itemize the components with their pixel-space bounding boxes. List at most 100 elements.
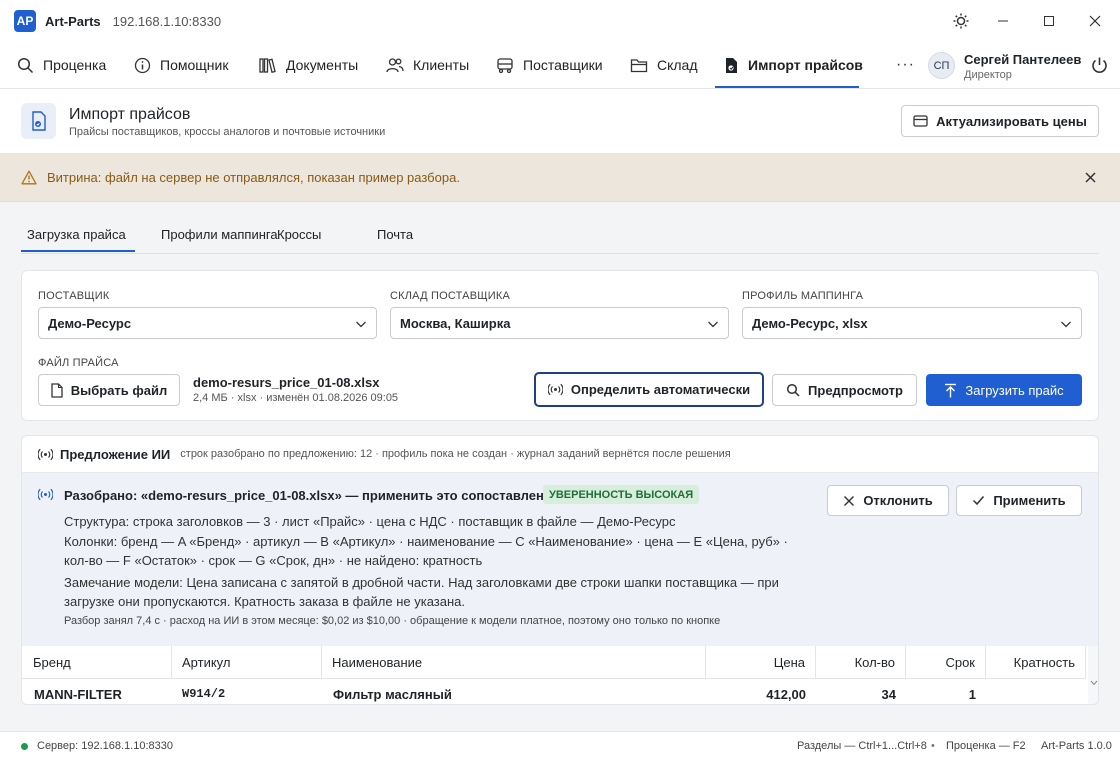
warehouse-select[interactable]: Москва, Каширка <box>390 307 729 339</box>
ai-note: Замечание модели: Цена записана с запято… <box>64 575 779 609</box>
close-icon <box>1089 15 1101 27</box>
confidence-badge: УВЕРЕННОСТЬ ВЫСОКАЯ <box>543 485 700 504</box>
tab-label: Клиенты <box>413 57 470 73</box>
tab-assistant[interactable]: Помощник <box>134 42 228 88</box>
button-label: Определить автоматически <box>570 382 751 397</box>
tab-label: Импорт прайсов <box>748 57 863 73</box>
ai-summary: строк разобрано по предложению: 12 · про… <box>180 448 731 460</box>
page-title: Импорт прайсов <box>69 106 191 123</box>
hint-sections: Разделы — Ctrl+1...Ctrl+8 <box>797 740 927 752</box>
choose-file-button[interactable]: Выбрать файл <box>38 374 180 406</box>
cell-qty: 34 <box>881 687 896 702</box>
sun-icon <box>953 13 969 29</box>
banner-close-button[interactable] <box>1084 171 1097 184</box>
supplier-select[interactable]: Демо-Ресурс <box>38 307 377 339</box>
close-window-button[interactable] <box>1072 0 1118 42</box>
theme-toggle-button[interactable] <box>938 0 984 42</box>
tab-clients[interactable]: Клиенты <box>386 42 469 88</box>
button-label: Выбрать файл <box>70 382 168 398</box>
broadcast-icon <box>38 448 53 460</box>
warning-banner: Витрина: файл на сервер не отправлялся, … <box>0 154 1120 202</box>
truck-icon <box>497 57 513 73</box>
col-header-name[interactable]: Наименование <box>322 646 706 679</box>
banner-text: Витрина: файл на сервер не отправлялся, … <box>47 170 460 185</box>
close-icon <box>1085 172 1096 183</box>
app-name: Art-Parts <box>45 13 101 29</box>
maximize-icon <box>1044 16 1054 26</box>
app-logo: AP <box>14 10 36 32</box>
subtab-crosses[interactable]: Кроссы <box>277 227 321 242</box>
status-separator: • <box>931 740 935 752</box>
ai-columns: Колонки: бренд — A «Бренд» · артикул — B… <box>64 534 788 568</box>
subtab-mail[interactable]: Почта <box>377 227 413 242</box>
tab-warehouse[interactable]: Склад <box>630 42 698 88</box>
reject-button[interactable]: Отклонить <box>827 485 949 516</box>
col-header-article[interactable]: Артикул <box>172 646 322 679</box>
auto-detect-button[interactable]: Определить автоматически <box>534 372 764 407</box>
col-header-term[interactable]: Срок <box>906 646 986 679</box>
page-subtitle: Прайсы поставщиков, кроссы аналогов и по… <box>69 126 386 138</box>
avatar[interactable]: СП <box>928 52 955 79</box>
user-name: Сергей Пантелеев <box>964 52 1082 67</box>
update-prices-button[interactable]: Актуализировать цены <box>901 105 1099 137</box>
supplier-value: Демо-Ресурс <box>48 315 132 331</box>
logout-button[interactable] <box>1090 56 1109 75</box>
page-icon <box>21 103 56 139</box>
user-role: Директор <box>964 69 1012 81</box>
tab-procenka[interactable]: Проценка <box>17 42 106 88</box>
cell-name: Фильтр масляный <box>333 687 452 702</box>
file-name: demo-resurs_price_01-08.xlsx <box>193 375 380 390</box>
check-icon <box>973 496 985 506</box>
server-address: 192.168.1.10:8330 <box>112 13 222 29</box>
server-status-dot <box>21 743 28 750</box>
warehouse-label: СКЛАД ПОСТАВЩИКА <box>390 290 511 302</box>
col-header-brand[interactable]: Бренд <box>22 646 172 679</box>
table-scrollbar[interactable] <box>1088 646 1098 704</box>
col-header-multiplicity[interactable]: Кратность <box>986 646 1086 679</box>
active-tab-indicator <box>715 86 859 88</box>
button-label: Актуализировать цены <box>936 113 1087 129</box>
more-menu-button[interactable]: ··· <box>896 42 915 88</box>
users-icon <box>386 57 404 72</box>
minimize-icon <box>998 20 1008 22</box>
mapping-profile-select[interactable]: Демо-Ресурс, xlsx <box>742 307 1082 339</box>
col-header-qty[interactable]: Кол-во <box>816 646 906 679</box>
maximize-button[interactable] <box>1026 0 1072 42</box>
upload-price-button[interactable]: Загрузить прайс <box>926 374 1082 406</box>
ai-title: Предложение ИИ <box>60 446 171 462</box>
apply-button[interactable]: Применить <box>956 485 1082 516</box>
tab-label: Поставщики <box>523 57 603 73</box>
preview-button[interactable]: Предпросмотр <box>772 374 917 406</box>
ai-footer: Разбор занял 7,4 с · расход на ИИ в этом… <box>64 615 721 627</box>
minimize-button[interactable] <box>980 0 1026 42</box>
broadcast-icon <box>547 383 563 396</box>
subtab-mapping-profiles[interactable]: Профили маппинга <box>161 227 278 242</box>
ai-suggestion-body: Разобрано: «demo-resurs_price_01-08.xlsx… <box>22 473 1098 646</box>
power-icon <box>1092 57 1107 73</box>
tab-suppliers[interactable]: Поставщики <box>496 42 603 88</box>
chevron-down-icon <box>356 321 366 328</box>
broadcast-icon <box>38 488 53 501</box>
button-label: Предпросмотр <box>808 382 903 398</box>
tab-label: Документы <box>286 57 359 73</box>
upload-icon <box>945 383 957 397</box>
tab-price-import[interactable]: Импорт прайсов <box>723 42 863 88</box>
button-label: Применить <box>993 493 1066 508</box>
col-header-price[interactable]: Цена <box>706 646 816 679</box>
ai-suggestion-card: Предложение ИИ строк разобрано по предло… <box>21 435 1099 705</box>
search-icon <box>786 383 800 397</box>
file-icon <box>51 382 63 398</box>
cell-term: 1 <box>968 687 976 702</box>
hint-search: Проценка — F2 <box>946 740 1026 752</box>
status-bar: Сервер: 192.168.1.10:8330 Разделы — Ctrl… <box>0 731 1120 760</box>
tab-label: Проценка <box>43 57 107 73</box>
supplier-label: ПОСТАВЩИК <box>38 290 110 302</box>
file-import-icon <box>31 111 46 131</box>
card-icon <box>913 115 928 127</box>
file-import-icon <box>726 57 737 73</box>
cell-brand: MANN-FILTER <box>34 687 122 702</box>
folder-icon <box>630 58 648 72</box>
tab-documents[interactable]: Документы <box>259 42 358 88</box>
subtab-upload[interactable]: Загрузка прайса <box>27 227 126 242</box>
file-meta: 2,4 МБ · xlsx · изменён 01.08.2026 09:05 <box>193 392 399 404</box>
